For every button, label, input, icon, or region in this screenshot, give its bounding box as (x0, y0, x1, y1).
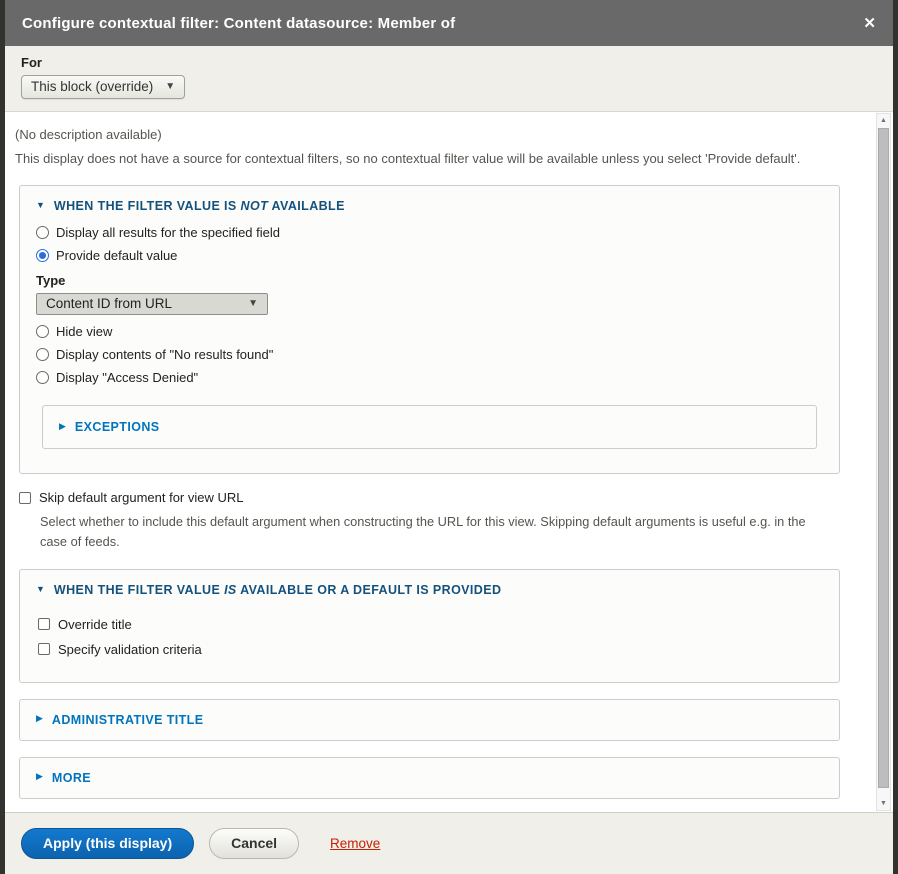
dialog-title: Configure contextual filter: Content dat… (22, 15, 863, 32)
dialog-footer: Apply (this display) Cancel Remove (5, 812, 893, 874)
radio-icon[interactable] (36, 325, 49, 338)
radio-display-no-results-label[interactable]: Display contents of "No results found" (56, 347, 273, 362)
default-type-select-value: Content ID from URL (46, 296, 172, 311)
for-label: For (21, 55, 877, 70)
radio-hide-view[interactable]: Hide view (36, 324, 823, 339)
checkbox-specify-validation-label[interactable]: Specify validation criteria (58, 642, 202, 657)
for-section: For This block (override) ▼ (5, 46, 893, 112)
radio-icon[interactable] (36, 348, 49, 361)
no-description-text: (No description available) (15, 125, 859, 144)
radio-display-access-denied-label[interactable]: Display "Access Denied" (56, 370, 198, 385)
radio-checked-icon[interactable] (36, 249, 49, 262)
close-icon[interactable]: ✕ (863, 16, 876, 31)
apply-button[interactable]: Apply (this display) (21, 828, 194, 860)
fieldset-filter-available-title: WHEN THE FILTER VALUE IS AVAILABLE OR A … (54, 583, 501, 597)
checkbox-icon[interactable] (38, 618, 50, 630)
radio-display-all-results[interactable]: Display all results for the specified fi… (36, 225, 823, 240)
fieldset-exceptions: ▶ EXCEPTIONS (42, 405, 817, 449)
radio-display-access-denied[interactable]: Display "Access Denied" (36, 370, 823, 385)
radio-display-no-results[interactable]: Display contents of "No results found" (36, 347, 823, 362)
checkbox-skip-default-argument[interactable]: Skip default argument for view URL (19, 490, 859, 505)
vertical-scrollbar[interactable]: ▲ ▼ (876, 113, 891, 811)
chevron-expanded-icon: ▼ (36, 200, 45, 210)
chevron-collapsed-icon: ▶ (36, 771, 43, 782)
fieldset-exceptions-title: EXCEPTIONS (75, 420, 160, 434)
checkbox-icon[interactable] (19, 492, 31, 504)
fieldset-filter-not-available-title: WHEN THE FILTER VALUE IS NOT AVAILABLE (54, 199, 345, 213)
fieldset-filter-not-available: ▼ WHEN THE FILTER VALUE IS NOT AVAILABLE… (19, 185, 840, 474)
checkbox-icon[interactable] (38, 643, 50, 655)
scroll-up-icon[interactable]: ▲ (877, 114, 890, 127)
remove-link[interactable]: Remove (330, 836, 380, 851)
checkbox-specify-validation[interactable]: Specify validation criteria (38, 642, 823, 657)
default-type-select[interactable]: Content ID from URL ▼ (36, 293, 268, 315)
fieldset-filter-available-legend[interactable]: ▼ WHEN THE FILTER VALUE IS AVAILABLE OR … (36, 583, 823, 597)
radio-icon[interactable] (36, 226, 49, 239)
chevron-collapsed-icon: ▶ (36, 713, 43, 724)
chevron-collapsed-icon: ▶ (59, 421, 66, 432)
chevron-expanded-icon: ▼ (36, 584, 45, 594)
fieldset-more-title: MORE (52, 771, 91, 785)
cancel-button[interactable]: Cancel (209, 828, 299, 860)
checkbox-override-title-label[interactable]: Override title (58, 617, 132, 632)
fieldset-filter-available: ▼ WHEN THE FILTER VALUE IS AVAILABLE OR … (19, 569, 840, 683)
checkbox-skip-default-argument-label[interactable]: Skip default argument for view URL (39, 490, 243, 505)
chevron-down-icon: ▼ (248, 298, 258, 309)
scroll-down-icon[interactable]: ▼ (877, 797, 890, 810)
for-display-select[interactable]: This block (override) ▼ (21, 75, 185, 99)
fieldset-filter-not-available-legend[interactable]: ▼ WHEN THE FILTER VALUE IS NOT AVAILABLE (36, 199, 823, 213)
radio-icon[interactable] (36, 371, 49, 384)
fieldset-administrative-title-legend[interactable]: ▶ ADMINISTRATIVE TITLE (36, 713, 823, 727)
radio-display-all-results-label[interactable]: Display all results for the specified fi… (56, 225, 280, 240)
for-display-select-value: This block (override) (31, 79, 153, 94)
skip-default-argument-description: Select whether to include this default a… (40, 512, 819, 553)
dialog-titlebar: Configure contextual filter: Content dat… (5, 0, 893, 46)
fieldset-administrative-title: ▶ ADMINISTRATIVE TITLE (19, 699, 840, 741)
fieldset-exceptions-legend[interactable]: ▶ EXCEPTIONS (59, 420, 800, 434)
fieldset-more-legend[interactable]: ▶ MORE (36, 771, 823, 785)
scrollbar-thumb[interactable] (878, 128, 889, 788)
checkbox-override-title[interactable]: Override title (38, 617, 823, 632)
dialog-content: (No description available) This display … (5, 112, 893, 812)
radio-hide-view-label[interactable]: Hide view (56, 324, 112, 339)
chevron-down-icon: ▼ (165, 81, 175, 92)
display-note-text: This display does not have a source for … (15, 148, 859, 169)
fieldset-administrative-title-text: ADMINISTRATIVE TITLE (52, 713, 204, 727)
type-label: Type (36, 273, 823, 288)
radio-provide-default-value[interactable]: Provide default value (36, 248, 823, 263)
configure-contextual-filter-dialog: Configure contextual filter: Content dat… (5, 0, 893, 874)
radio-provide-default-value-label[interactable]: Provide default value (56, 248, 177, 263)
fieldset-more: ▶ MORE (19, 757, 840, 799)
